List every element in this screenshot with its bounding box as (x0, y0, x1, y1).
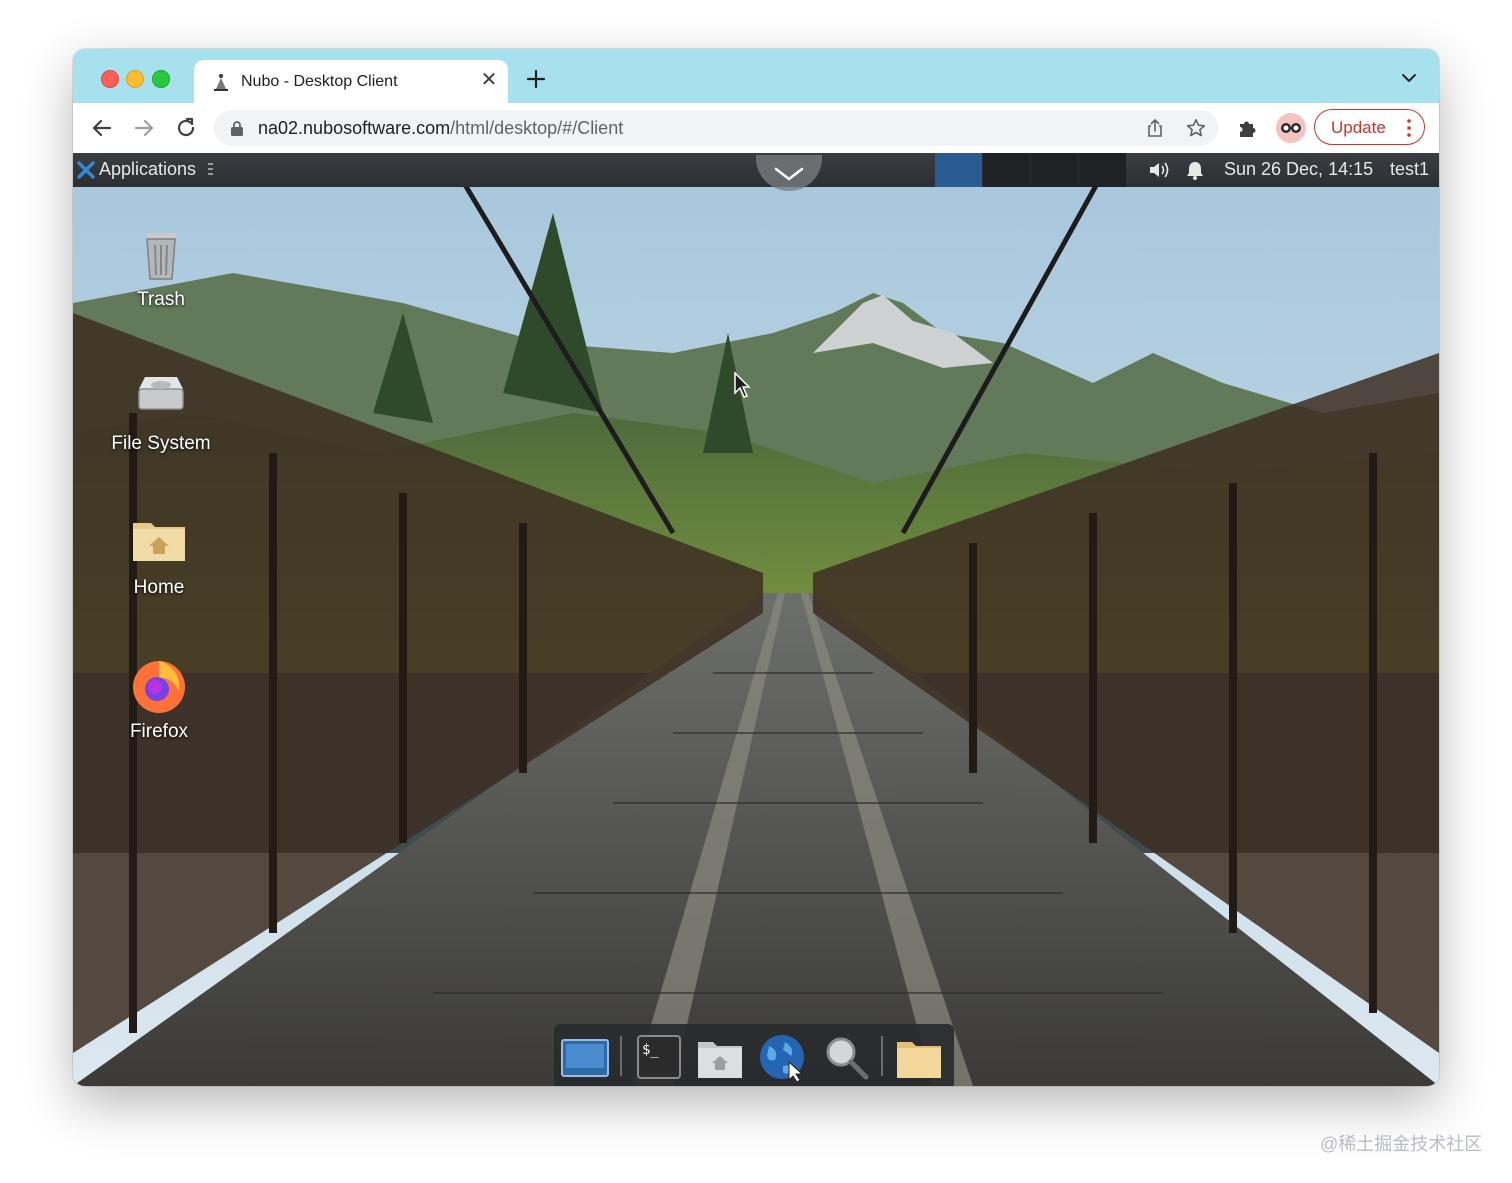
desktop-icon-home[interactable]: Home (99, 511, 219, 603)
svg-text:$_: $_ (642, 1042, 659, 1058)
xfce-logo-icon[interactable] (77, 161, 95, 179)
trash-icon (146, 233, 176, 280)
dock-separator (881, 1036, 883, 1076)
tab-close-icon[interactable]: ✕ (478, 69, 500, 91)
desktop-icon-trash[interactable]: Trash (101, 223, 221, 315)
home-folder-icon (133, 523, 185, 561)
browser-window: Nubo - Desktop Client ✕ na02.nubosoftwar… (73, 49, 1439, 1086)
new-tab-icon[interactable] (523, 66, 549, 92)
workspace-3-button[interactable] (1030, 153, 1078, 187)
desktop-icon-label: File System (111, 433, 211, 454)
desktop-icon-label: Trash (137, 289, 185, 310)
mouse-pointer-icon (734, 371, 751, 398)
panel-handle-icon (208, 163, 213, 175)
close-window-button[interactable] (101, 70, 119, 88)
browser-toolbar: na02.nubosoftware.com/html/desktop/#/Cli… (73, 103, 1439, 154)
chevron-down-icon[interactable] (1399, 71, 1419, 85)
dock-separator (620, 1036, 622, 1076)
folder-icon[interactable] (894, 1032, 944, 1082)
desktop-icon-file-system[interactable]: File System (101, 367, 221, 459)
terminal-icon[interactable]: $_ (634, 1032, 684, 1082)
home-folder-icon[interactable] (695, 1032, 745, 1082)
url-host: na02.nubosoftware.com (258, 118, 451, 138)
chevron-down-icon (774, 167, 804, 181)
applications-menu[interactable]: Applications (99, 159, 196, 180)
share-icon[interactable] (1145, 118, 1165, 138)
update-button[interactable]: Update (1314, 109, 1425, 145)
panel-clock[interactable]: Sun 26 Dec, 14:15 (1224, 159, 1373, 180)
back-arrow-icon[interactable] (90, 116, 114, 140)
update-label: Update (1331, 118, 1386, 137)
xfce-dock: $_ (554, 1024, 954, 1086)
profile-avatar[interactable] (1276, 113, 1306, 143)
workspace-2-button[interactable] (982, 153, 1030, 187)
tab-nubo-desktop[interactable]: Nubo - Desktop Client ✕ (194, 60, 508, 103)
url-text[interactable]: na02.nubosoftware.com/html/desktop/#/Cli… (258, 118, 623, 139)
url-path: /html/desktop/#/Client (450, 118, 624, 138)
forward-arrow-icon[interactable] (132, 116, 156, 140)
show-desktop-icon[interactable] (560, 1032, 610, 1082)
volume-icon[interactable] (1148, 160, 1170, 180)
panel-user[interactable]: test1 (1390, 159, 1429, 180)
reload-icon[interactable] (174, 116, 198, 140)
maximize-window-button[interactable] (152, 70, 170, 88)
minimize-window-button[interactable] (126, 70, 144, 88)
watermark: @稀土掘金技术社区 (1320, 1134, 1483, 1154)
tab-title: Nubo - Desktop Client (241, 73, 398, 90)
lock-icon[interactable] (230, 120, 244, 136)
more-vert-icon[interactable] (1407, 119, 1411, 137)
remote-desktop-viewport[interactable]: Applications Sun 26 Dec, 14:15 test1 Tra… (73, 153, 1439, 1086)
workspace-1-button[interactable] (935, 153, 982, 187)
bookmark-star-icon[interactable] (1186, 118, 1206, 138)
web-browser-icon[interactable] (757, 1032, 807, 1082)
drive-icon (138, 377, 184, 410)
tab-strip: Nubo - Desktop Client ✕ (73, 49, 1439, 103)
extensions-puzzle-icon[interactable] (1236, 116, 1260, 140)
nubo-favicon-icon (214, 73, 228, 91)
workspace-4-button[interactable] (1078, 153, 1126, 187)
bridge-wallpaper (73, 153, 1439, 1086)
toolbar-pulldown-tab[interactable] (756, 155, 822, 191)
firefox-icon (133, 661, 185, 713)
desktop-icon-label: Firefox (129, 721, 189, 742)
profile-glasses-icon (1281, 123, 1301, 133)
address-bar[interactable]: na02.nubosoftware.com/html/desktop/#/Cli… (214, 110, 1218, 146)
app-finder-icon[interactable] (821, 1032, 871, 1082)
desktop-icon-label: Home (133, 577, 185, 598)
desktop-icon-firefox[interactable]: Firefox (99, 655, 219, 747)
notification-bell-icon[interactable] (1184, 160, 1206, 180)
